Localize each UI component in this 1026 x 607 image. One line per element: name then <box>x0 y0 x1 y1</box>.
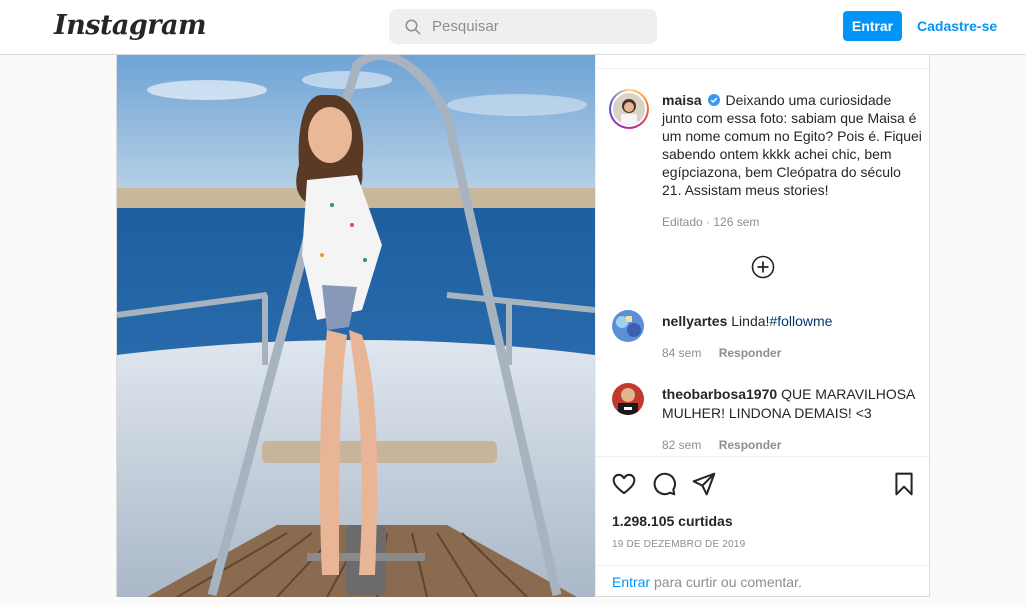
comment-text: theobarbosa1970 QUE MARAVILHOSA MULHER! … <box>662 385 918 423</box>
reply-button[interactable]: Responder <box>719 346 782 360</box>
author-username[interactable]: maisa <box>662 92 702 108</box>
comment-avatar[interactable] <box>612 310 644 342</box>
comment-login-prompt: Entrar para curtir ou comentar. <box>596 565 932 598</box>
search-input[interactable] <box>432 9 647 44</box>
author-avatar-ring[interactable] <box>609 89 649 129</box>
post-card: maisa Deixando uma curiosidade junto com… <box>116 55 932 597</box>
comment-age: 84 sem <box>662 346 702 360</box>
comment-body: Linda! <box>731 313 770 329</box>
post-actions-section: 1.298.105 curtidas 19 DE DEZEMBRO DE 201… <box>596 456 932 597</box>
sidebar-header-divider <box>596 55 932 69</box>
comment-username[interactable]: nellyartes <box>662 313 727 329</box>
search-box[interactable] <box>389 9 657 44</box>
add-circle-icon[interactable] <box>751 255 775 279</box>
likes-count[interactable]: 1.298.105 curtidas <box>612 513 733 529</box>
comment-item: theobarbosa1970 QUE MARAVILHOSA MULHER! … <box>596 382 932 454</box>
post-photo[interactable] <box>117 55 595 597</box>
caption-age: 126 sem <box>713 215 760 229</box>
search-icon <box>405 19 421 35</box>
comment-avatar[interactable] <box>612 383 644 415</box>
comment-username[interactable]: theobarbosa1970 <box>662 386 777 402</box>
comment-meta: 82 sem Responder <box>662 438 795 452</box>
comment-hashtag-link[interactable]: #followme <box>769 313 832 329</box>
top-navigation-bar: Instagram Entrar Cadastre-se <box>0 0 1026 55</box>
share-icon[interactable] <box>691 471 717 497</box>
bookmark-icon[interactable] <box>891 471 917 497</box>
heart-icon[interactable] <box>611 471 637 497</box>
comment-icon[interactable] <box>651 471 677 497</box>
verified-badge-icon <box>707 94 720 106</box>
caption-meta: Editado · 126 sem <box>662 215 760 229</box>
post-date: 19 DE DEZEMBRO DE 2019 <box>612 539 746 550</box>
comment-age: 82 sem <box>662 438 702 452</box>
edited-label: Editado <box>662 215 703 229</box>
comment-text: nellyartes Linda!#followme <box>662 312 918 331</box>
author-avatar <box>613 93 645 125</box>
comment-meta: 84 sem Responder <box>662 346 795 360</box>
login-prompt-text: para curtir ou comentar. <box>654 574 802 590</box>
post-photo-image <box>117 55 595 597</box>
reply-button[interactable]: Responder <box>719 438 782 452</box>
post-caption: maisa Deixando uma curiosidade junto com… <box>662 91 922 199</box>
login-button[interactable]: Entrar <box>843 11 902 41</box>
signup-link[interactable]: Cadastre-se <box>917 11 997 41</box>
comment-item: nellyartes Linda!#followme 84 sem Respon… <box>596 309 932 369</box>
instagram-logo[interactable]: Instagram <box>54 10 207 41</box>
post-sidebar: maisa Deixando uma curiosidade junto com… <box>595 55 932 597</box>
login-link[interactable]: Entrar <box>612 574 650 590</box>
